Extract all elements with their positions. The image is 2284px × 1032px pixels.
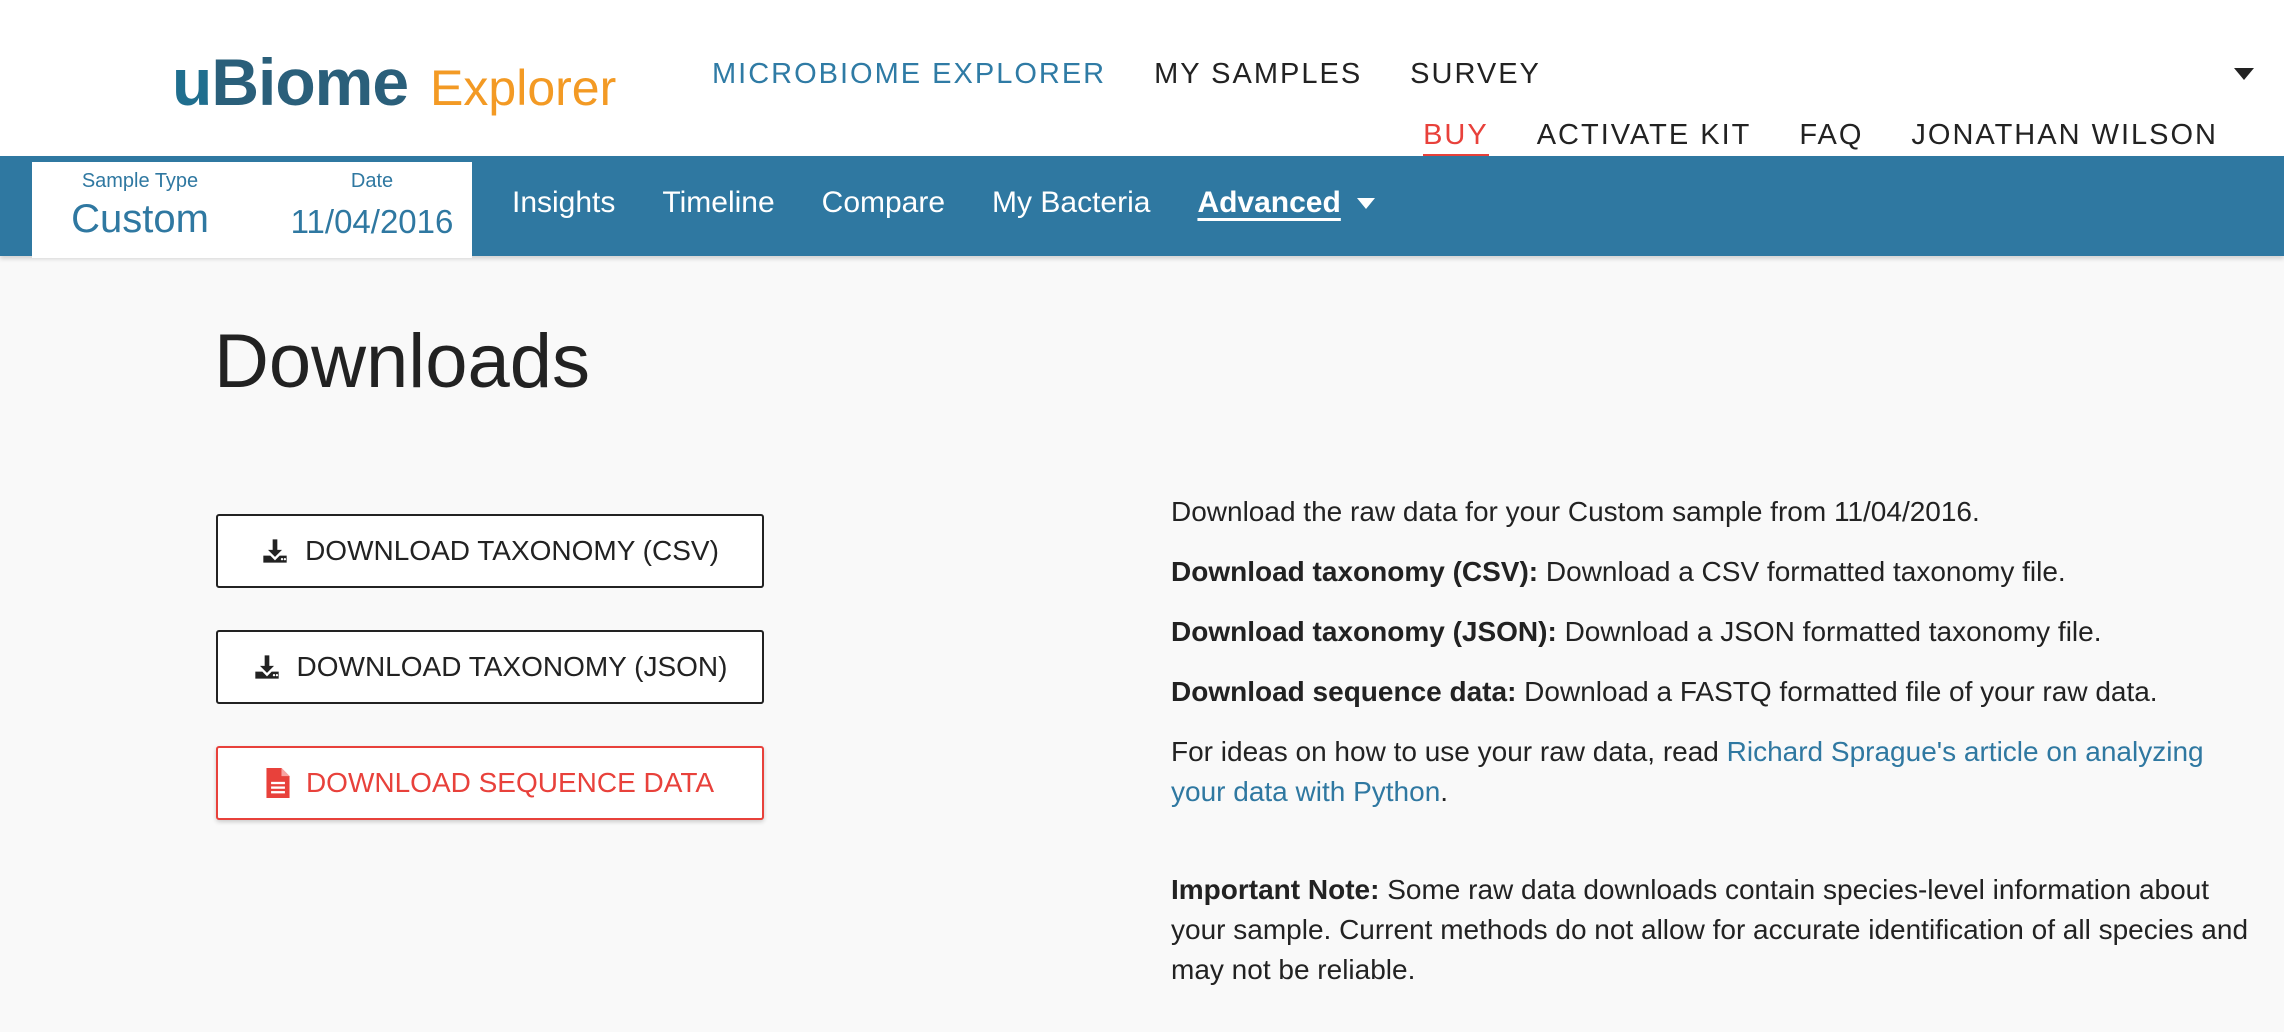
nav-activate-kit[interactable]: ACTIVATE KIT — [1537, 119, 1752, 157]
ideas-suffix: . — [1440, 776, 1449, 807]
top-header: u Biome Explorer MICROBIOME EXPLORER MY SA… — [0, 0, 2284, 157]
explorer-tabs: Insights Timeline Compare My Bacteria Ad… — [512, 186, 1375, 220]
important-note-term: Important Note: — [1171, 874, 1380, 905]
downloads-description: Download the raw data for your Custom sa… — [1171, 492, 2261, 1010]
tab-advanced-label: Advanced — [1197, 186, 1341, 219]
tab-timeline[interactable]: Timeline — [662, 186, 774, 220]
nav-my-samples[interactable]: MY SAMPLES — [1154, 58, 1362, 91]
tab-compare[interactable]: Compare — [822, 186, 945, 220]
sample-date-selector[interactable]: Date 11/04/2016 — [282, 170, 462, 241]
description-text: Download a JSON formatted taxonomy file. — [1556, 616, 2102, 647]
sample-date-value: 11/04/2016 — [290, 203, 454, 240]
download-taxonomy-csv-label: DOWNLOAD TAXONOMY (CSV) — [305, 535, 719, 566]
logo-explorer: Explorer — [430, 60, 617, 116]
description-text: Download a FASTQ formatted file of your … — [1516, 676, 2158, 707]
nav-microbiome-explorer[interactable]: MICROBIOME EXPLORER — [712, 58, 1106, 91]
secondary-nav: BUY ACTIVATE KIT FAQ JONATHAN WILSON — [1423, 119, 2218, 157]
sample-selector[interactable]: Sample Type Custom Date 11/04/2016 — [32, 162, 472, 258]
account-dropdown-caret-icon[interactable] — [2234, 68, 2254, 80]
description-item: Download sequence data: Download a FASTQ… — [1171, 672, 2261, 712]
ideas-text: For ideas on how to use your raw data, r… — [1171, 732, 2261, 812]
sample-type-value: Custom — [71, 197, 209, 241]
file-icon — [266, 768, 290, 798]
description-item: Download taxonomy (CSV): Download a CSV … — [1171, 552, 2261, 592]
description-item: Download taxonomy (JSON): Download a JSO… — [1171, 612, 2261, 652]
description-term: Download taxonomy (CSV): — [1171, 556, 1539, 587]
tab-my-bacteria[interactable]: My Bacteria — [992, 186, 1150, 220]
nav-buy[interactable]: BUY — [1423, 119, 1489, 157]
chevron-down-icon — [1356, 197, 1375, 209]
nav-faq[interactable]: FAQ — [1799, 119, 1863, 157]
sample-type-label: Sample Type — [81, 170, 199, 192]
download-icon — [253, 653, 281, 681]
download-taxonomy-json-button[interactable]: DOWNLOAD TAXONOMY (JSON) — [216, 630, 764, 704]
description-term: Download sequence data: — [1171, 676, 1517, 707]
logo-biome: Biome — [211, 45, 409, 119]
tab-insights[interactable]: Insights — [512, 186, 615, 220]
ubiome-explorer-logo[interactable]: u Biome Explorer — [172, 44, 616, 124]
download-taxonomy-csv-button[interactable]: DOWNLOAD TAXONOMY (CSV) — [216, 514, 764, 588]
nav-user-account[interactable]: JONATHAN WILSON — [1911, 119, 2218, 157]
description-term: Download taxonomy (JSON): — [1171, 616, 1557, 647]
download-sequence-data-label: DOWNLOAD SEQUENCE DATA — [305, 767, 715, 798]
download-icon — [261, 537, 289, 565]
sample-date-label: Date — [350, 170, 394, 192]
ideas-prefix: For ideas on how to use your raw data, r… — [1171, 736, 1727, 767]
sample-toolbar: Sample Type Custom Date 11/04/2016 Insig… — [0, 156, 2284, 258]
sample-type-selector[interactable]: Sample Type Custom — [50, 170, 230, 242]
page-title: Downloads — [214, 319, 590, 404]
important-note: Important Note: Some raw data downloads … — [1171, 870, 2261, 990]
tab-advanced[interactable]: Advanced — [1197, 186, 1375, 220]
main-nav: MICROBIOME EXPLORER MY SAMPLES SURVEY — [712, 58, 1541, 91]
nav-survey[interactable]: SURVEY — [1410, 58, 1541, 91]
intro-text: Download the raw data for your Custom sa… — [1171, 496, 1980, 527]
download-taxonomy-json-label: DOWNLOAD TAXONOMY (JSON) — [296, 651, 728, 682]
download-sequence-data-button[interactable]: DOWNLOAD SEQUENCE DATA — [216, 746, 764, 820]
description-text: Download a CSV formatted taxonomy file. — [1538, 556, 2066, 587]
logo-u: u — [172, 45, 212, 119]
